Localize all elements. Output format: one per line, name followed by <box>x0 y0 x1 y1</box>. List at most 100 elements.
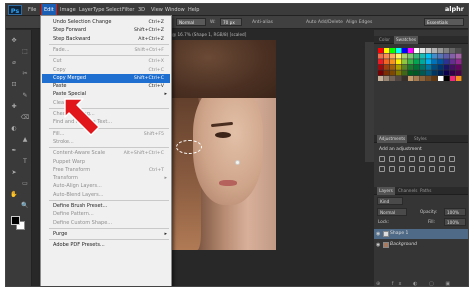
color-swatch[interactable] <box>402 64 408 70</box>
tab-styles[interactable]: Styles <box>412 135 429 143</box>
color-swatch[interactable] <box>420 59 426 65</box>
healing-tool-icon[interactable]: ✚ <box>9 102 19 112</box>
color-swatch[interactable] <box>384 53 390 59</box>
crop-tool-icon[interactable]: ⊡ <box>9 80 19 90</box>
move-tool-icon[interactable]: ✥ <box>9 36 19 46</box>
color-swatch[interactable] <box>420 64 426 70</box>
color-swatch[interactable] <box>444 59 450 65</box>
color-swatch[interactable] <box>396 70 402 76</box>
color-swatch[interactable] <box>426 48 432 53</box>
align-edges-checkbox[interactable]: Align Edges <box>346 17 372 28</box>
color-swatch[interactable] <box>438 70 444 76</box>
layer-row-shape-1[interactable]: ◉ Shape 1 <box>374 229 468 239</box>
color-swatch[interactable] <box>438 53 444 59</box>
color-swatch[interactable] <box>456 48 462 53</box>
color-swatch[interactable] <box>390 64 396 70</box>
adjustment-icon[interactable] <box>419 166 425 172</box>
menu-item-define-custom-shape[interactable]: Define Custom Shape... <box>42 219 170 228</box>
visibility-eye-icon[interactable]: ◉ <box>376 231 382 237</box>
color-swatch[interactable] <box>426 53 432 59</box>
layer-row-background[interactable]: ◉ Background <box>374 240 468 250</box>
color-swatch[interactable] <box>444 64 450 70</box>
color-swatch[interactable] <box>378 76 384 81</box>
color-swatch[interactable] <box>408 53 414 59</box>
tab-swatches[interactable]: Swatches <box>394 36 419 44</box>
color-swatch[interactable] <box>402 53 408 59</box>
zoom-tool-icon[interactable]: 🔍 <box>20 201 30 211</box>
color-swatch[interactable] <box>444 70 450 76</box>
opacity-input[interactable]: 100% <box>444 208 466 216</box>
eyedropper-tool-icon[interactable]: ✎ <box>20 91 30 101</box>
tab-color[interactable]: Color <box>377 36 392 44</box>
menu-item-find-and-replace-text[interactable]: Find and Replace Text... <box>42 118 170 127</box>
color-swatch[interactable] <box>402 48 408 53</box>
color-swatch[interactable] <box>432 48 438 53</box>
color-swatch[interactable] <box>378 59 384 65</box>
menu-item-adobe-pdf-presets[interactable]: Adobe PDF Presets... <box>42 241 170 250</box>
color-swatch[interactable] <box>396 48 402 53</box>
menu-item-auto-blend-layers[interactable]: Auto-Blend Layers... <box>42 191 170 200</box>
marquee-tool-icon[interactable]: ⬚ <box>20 47 30 57</box>
adjustment-icon[interactable] <box>409 156 415 162</box>
color-swatch[interactable] <box>456 59 462 65</box>
color-swatch[interactable] <box>408 76 414 81</box>
adjustment-icon[interactable] <box>429 156 435 162</box>
color-swatch[interactable] <box>420 70 426 76</box>
color-swatch[interactable] <box>432 70 438 76</box>
color-swatch[interactable] <box>456 76 462 81</box>
adjustment-icon[interactable] <box>379 156 385 162</box>
color-swatch[interactable] <box>450 53 456 59</box>
color-swatch[interactable] <box>378 53 384 59</box>
foreground-color-swatch[interactable] <box>11 216 20 225</box>
color-swatch[interactable] <box>456 53 462 59</box>
color-swatch[interactable] <box>438 76 444 81</box>
color-swatch[interactable] <box>396 64 402 70</box>
visibility-eye-icon[interactable]: ◉ <box>376 242 382 248</box>
adjustment-icon[interactable] <box>449 156 455 162</box>
tab-channels[interactable]: Channels <box>396 187 419 195</box>
shape-tool-icon[interactable]: ▭ <box>20 179 30 189</box>
color-swatch[interactable] <box>384 64 390 70</box>
color-swatch[interactable] <box>450 64 456 70</box>
type-tool-icon[interactable]: T <box>20 157 30 167</box>
color-swatch[interactable] <box>432 53 438 59</box>
color-swatch[interactable] <box>420 53 426 59</box>
color-swatch[interactable] <box>438 48 444 53</box>
clone-tool-icon[interactable]: ◐ <box>9 124 19 134</box>
color-swatch[interactable] <box>390 48 396 53</box>
adjustment-icon[interactable] <box>389 156 395 162</box>
color-swatch[interactable] <box>432 76 438 81</box>
adjustment-icon[interactable] <box>449 166 455 172</box>
color-swatch[interactable] <box>384 70 390 76</box>
color-swatch[interactable] <box>456 70 462 76</box>
color-swatch[interactable] <box>378 70 384 76</box>
color-swatch[interactable] <box>456 64 462 70</box>
adjustment-icon[interactable] <box>439 156 445 162</box>
color-swatch[interactable] <box>396 53 402 59</box>
pen-tool-icon[interactable]: ✒ <box>9 146 19 156</box>
menu-item-clear[interactable]: Clear <box>42 99 170 108</box>
tab-layers[interactable]: Layers <box>377 187 395 195</box>
blend-mode-select[interactable]: Normal <box>377 208 407 216</box>
color-swatch[interactable] <box>438 64 444 70</box>
color-swatch[interactable] <box>414 48 420 53</box>
color-swatch[interactable] <box>432 64 438 70</box>
swatches-grid[interactable] <box>378 48 462 82</box>
color-swatch[interactable] <box>438 59 444 65</box>
path-select-tool-icon[interactable]: ➤ <box>9 168 19 178</box>
anti-alias-label[interactable]: Anti-alias <box>252 17 273 28</box>
color-swatch[interactable] <box>444 53 450 59</box>
color-swatch[interactable] <box>402 70 408 76</box>
workspace-select[interactable]: Essentials <box>424 18 464 26</box>
color-swatch[interactable] <box>426 59 432 65</box>
width-input[interactable]: 70 px <box>220 18 242 26</box>
color-swatch[interactable] <box>420 48 426 53</box>
adjustment-icon[interactable] <box>429 166 435 172</box>
adjustment-icon[interactable] <box>399 166 405 172</box>
color-swatch[interactable] <box>414 70 420 76</box>
menu-file[interactable]: File <box>26 4 38 16</box>
color-swatch[interactable] <box>396 59 402 65</box>
color-swatch[interactable] <box>450 76 456 81</box>
auto-add-delete-checkbox[interactable]: Auto Add/Delete <box>306 17 343 28</box>
color-swatch[interactable] <box>408 64 414 70</box>
